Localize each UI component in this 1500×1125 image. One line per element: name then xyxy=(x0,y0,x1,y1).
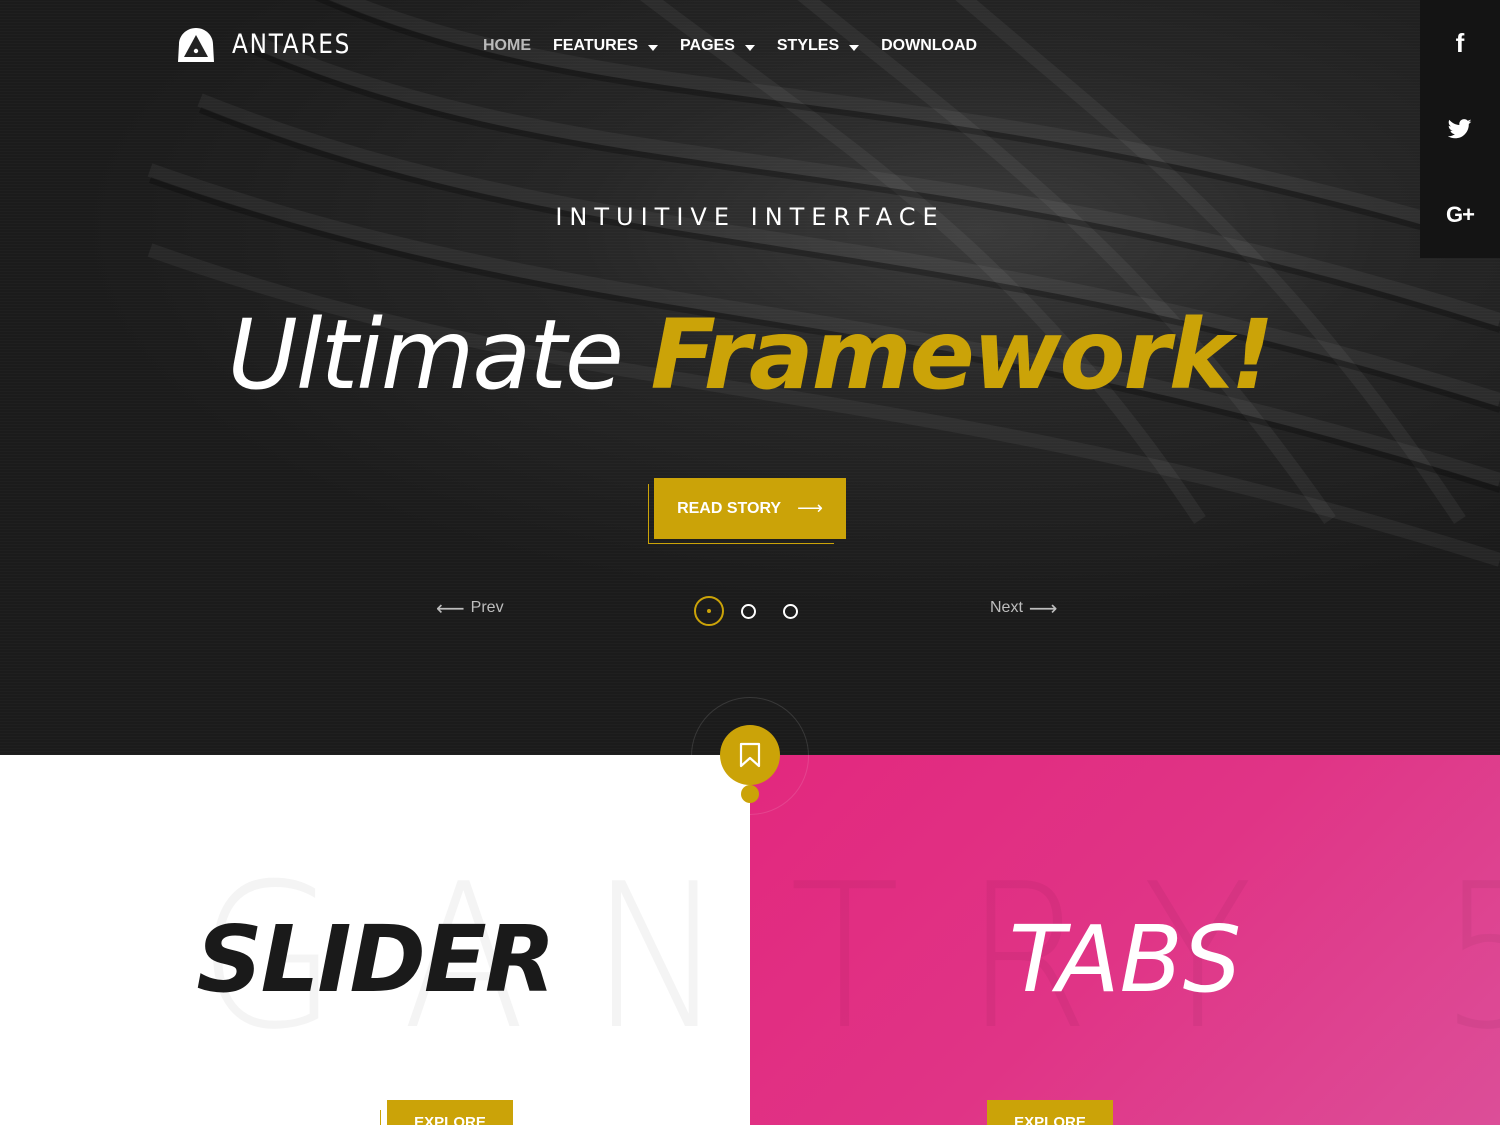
explore-slider-button[interactable]: EXPLORE xyxy=(387,1100,513,1125)
bookmark-icon xyxy=(739,742,761,768)
slider-next-button[interactable]: Next ⟶ xyxy=(990,598,1058,618)
arrow-right-icon: ⟶ xyxy=(797,498,823,519)
tabs-heading: TABS xyxy=(1008,906,1242,1013)
read-story-wrapper: READ STORY ⟶ xyxy=(648,478,846,544)
nav-label: STYLES xyxy=(776,37,840,54)
antares-logo-icon xyxy=(178,28,214,62)
brand-name: ANTARES xyxy=(232,29,352,60)
slider-dot-2[interactable] xyxy=(741,604,756,619)
slider-dot-1[interactable] xyxy=(694,596,724,626)
main-nav: HOME FEATURES PAGES STYLES DOWNLOAD xyxy=(483,34,999,58)
hero-title-bold: Framework! xyxy=(650,299,1274,411)
hero-title-light: Ultimate xyxy=(227,299,624,411)
arrow-right-icon: ⟶ xyxy=(1028,596,1058,620)
facebook-button[interactable]: f xyxy=(1420,0,1500,86)
nav-label: DOWNLOAD xyxy=(881,37,978,54)
caret-down-icon xyxy=(744,44,755,51)
brand-logo[interactable]: ANTARES xyxy=(176,26,371,64)
twitter-button[interactable] xyxy=(1420,86,1500,172)
badge-dot xyxy=(741,785,759,803)
arrow-left-icon: ⟵ xyxy=(436,596,465,620)
bookmark-badge xyxy=(720,725,780,785)
nav-label: HOME xyxy=(483,37,531,54)
nav-label: PAGES xyxy=(680,37,735,54)
prev-label: Prev xyxy=(470,599,504,616)
caret-down-icon xyxy=(849,44,860,51)
read-story-label: READ STORY xyxy=(677,499,782,517)
facebook-icon: f xyxy=(1455,27,1465,58)
hero-subtitle: INTUITIVE INTERFACE xyxy=(555,203,945,231)
slider-prev-button[interactable]: ⟵ Prev xyxy=(436,598,504,618)
nav-item-pages[interactable]: PAGES xyxy=(680,34,755,58)
nav-item-download[interactable]: DOWNLOAD xyxy=(881,34,977,58)
caret-down-icon xyxy=(648,44,659,51)
explore-label: EXPLORE xyxy=(414,1114,486,1125)
explore-outline xyxy=(380,1110,381,1125)
hero-section: ANTARES HOME FEATURES PAGES STYLES DOWNL… xyxy=(0,0,1500,755)
nav-item-features[interactable]: FEATURES xyxy=(553,34,659,58)
slider-heading: SLIDER xyxy=(196,906,555,1013)
nav-item-styles[interactable]: STYLES xyxy=(776,34,860,58)
explore-label: EXPLORE xyxy=(1014,1114,1086,1125)
hero-title: Ultimate Framework! xyxy=(0,300,1500,410)
nav-item-home[interactable]: HOME xyxy=(483,34,531,58)
twitter-icon xyxy=(1448,119,1472,139)
nav-label: FEATURES xyxy=(553,37,639,54)
slider-dot-3[interactable] xyxy=(783,604,798,619)
explore-tabs-button[interactable]: EXPLORE xyxy=(987,1100,1113,1125)
next-label: Next xyxy=(990,599,1023,616)
read-story-button[interactable]: READ STORY ⟶ xyxy=(654,478,846,539)
